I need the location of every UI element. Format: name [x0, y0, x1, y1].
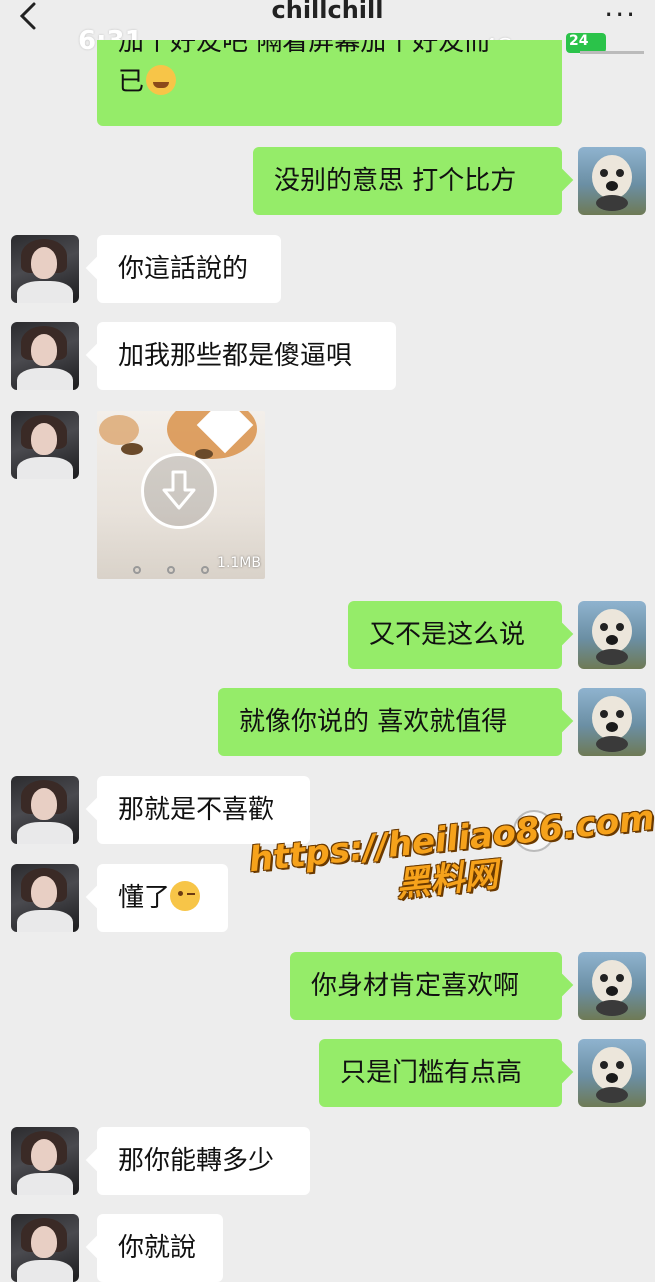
message-bubble-incoming[interactable]: 加我那些都是傻逼唄: [97, 322, 396, 390]
chat-title: chillchill: [271, 0, 384, 24]
message-text: 又不是这么说: [369, 620, 526, 650]
message-bubble-outgoing[interactable]: 又不是这么说: [348, 601, 562, 669]
message-bubble-outgoing[interactable]: 就像你说的 喜欢就值得: [218, 688, 562, 756]
contact-avatar[interactable]: [11, 411, 79, 479]
message-text: 就像你说的 喜欢就值得: [239, 707, 508, 737]
message-bubble-incoming[interactable]: 你就說: [97, 1214, 223, 1282]
my-avatar[interactable]: [578, 1039, 646, 1107]
message-text: 加个好友吧 隔着屏幕加个好友而: [118, 40, 491, 57]
message-bubble-incoming[interactable]: 那就是不喜歡: [97, 776, 310, 844]
file-size: 1.1MB: [217, 555, 261, 571]
contact-avatar[interactable]: [11, 1127, 79, 1195]
contact-avatar[interactable]: [11, 776, 79, 844]
message-text: 你這話說的: [118, 254, 249, 284]
my-avatar[interactable]: [578, 688, 646, 756]
message-text: 那就是不喜歡: [118, 795, 275, 825]
contact-avatar[interactable]: [11, 1214, 79, 1282]
my-avatar[interactable]: [578, 952, 646, 1020]
contact-avatar[interactable]: [11, 864, 79, 932]
contact-avatar[interactable]: [11, 322, 79, 390]
message-text: 加我那些都是傻逼唄: [118, 341, 353, 371]
my-avatar[interactable]: [578, 601, 646, 669]
image-message[interactable]: 1.1MB: [97, 411, 265, 579]
wink-emoji-icon: [170, 881, 201, 911]
my-avatar[interactable]: [578, 147, 646, 215]
message-bubble-outgoing[interactable]: 你身材肯定喜欢啊: [290, 952, 562, 1020]
message-text: 你就說: [118, 1233, 197, 1263]
message-text: 那你能轉多少: [118, 1146, 275, 1176]
message-text: 已: [118, 67, 145, 97]
message-text: 你身材肯定喜欢啊: [311, 971, 520, 1001]
message-bubble-incoming[interactable]: 那你能轉多少: [97, 1127, 310, 1195]
battery-indicator: 24: [566, 33, 606, 53]
battery-bar: [580, 51, 644, 54]
message-text: 只是门槛有点高: [340, 1058, 523, 1088]
message-bubble-outgoing[interactable]: 没别的意思 打个比方: [253, 147, 562, 215]
message-bubble-incoming[interactable]: 你這話說的: [97, 235, 281, 303]
message-text: 懂了: [118, 883, 171, 913]
laugh-cry-emoji-icon: [146, 65, 177, 95]
more-dots-icon[interactable]: ···: [604, 0, 637, 31]
message-bubble-outgoing[interactable]: 加个好友吧 隔着屏幕加个好友而 已: [97, 40, 562, 126]
message-text: 没别的意思 打个比方: [274, 166, 517, 196]
download-icon[interactable]: [141, 453, 217, 529]
message-bubble-incoming[interactable]: 懂了: [97, 864, 228, 932]
message-bubble-outgoing[interactable]: 只是门槛有点高: [319, 1039, 562, 1107]
contact-avatar[interactable]: [11, 235, 79, 303]
